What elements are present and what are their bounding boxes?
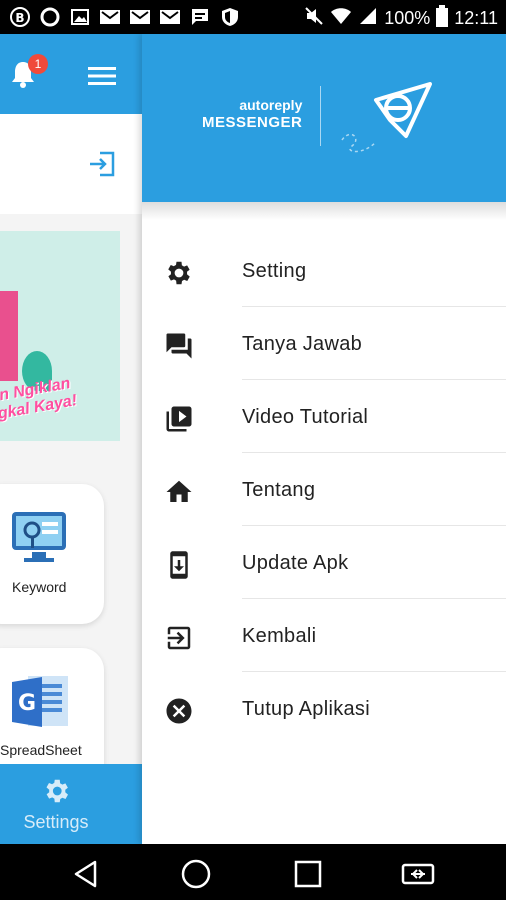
drawer-menu: Setting Tanya Jawab Video Tutorial Tenta… <box>142 234 506 745</box>
spreadsheet-label: SpreadSheet <box>0 742 82 758</box>
notification-badge: 1 <box>28 54 48 74</box>
google-sheets-icon: G <box>10 674 70 735</box>
keyword-label: Keyword <box>12 579 67 595</box>
b-app-icon: B <box>8 6 32 28</box>
menu-label: Setting <box>242 260 307 282</box>
gmail-icon <box>158 6 182 28</box>
promo-banner[interactable]: in Ngiklan gkal Kaya! <box>0 231 120 441</box>
signal-icon <box>358 6 378 31</box>
exit-icon <box>164 623 194 653</box>
home-button-icon[interactable] <box>178 856 214 892</box>
brand-logo-text: autoreply MESSENGER <box>202 97 303 131</box>
opera-icon <box>38 6 62 28</box>
settings-gear-icon <box>41 776 71 811</box>
menu-label: Tutup Aplikasi <box>242 698 370 720</box>
screen-rotate-icon[interactable] <box>400 856 436 892</box>
battery-icon <box>436 5 449 32</box>
gmail-icon <box>128 6 152 28</box>
message-icon <box>188 6 212 28</box>
svg-text:B: B <box>15 11 24 25</box>
system-navigation-bar <box>0 844 506 900</box>
menu-label: Tentang <box>242 479 316 501</box>
home-icon <box>164 477 194 507</box>
brand-divider <box>320 86 321 146</box>
paper-plane-logo-icon <box>332 80 432 165</box>
menu-item-tanya-jawab[interactable]: Tanya Jawab <box>142 307 506 380</box>
menu-icon[interactable] <box>88 66 116 91</box>
menu-label: Kembali <box>242 625 317 647</box>
menu-label: Video Tutorial <box>242 406 369 428</box>
keyword-monitor-icon <box>10 508 68 569</box>
navigation-drawer: autoreply MESSENGER Setting Tanya Jawab <box>142 34 506 844</box>
video-library-icon <box>164 404 194 434</box>
main-app-background: 1 in Ngiklan gkal Kaya! Keyword G Spread… <box>0 34 142 844</box>
shield-icon <box>218 6 242 28</box>
drawer-header: autoreply MESSENGER <box>142 34 506 202</box>
banner-graphic <box>0 291 18 381</box>
menu-item-setting[interactable]: Setting <box>142 234 506 307</box>
mute-icon <box>304 6 324 31</box>
gear-icon <box>164 258 194 288</box>
app-top-panel <box>0 114 142 214</box>
login-icon[interactable] <box>88 150 116 183</box>
menu-item-tentang[interactable]: Tentang <box>142 453 506 526</box>
gmail-icon <box>98 6 122 28</box>
back-icon[interactable] <box>68 856 104 892</box>
drawer-header-shadow <box>142 202 506 220</box>
keyword-card[interactable] <box>0 484 104 624</box>
settings-tab-label: Settings <box>23 812 89 832</box>
close-circle-icon <box>164 696 194 726</box>
menu-item-kembali[interactable]: Kembali <box>142 599 506 672</box>
image-icon <box>68 6 92 28</box>
banner-slogan: in Ngiklan gkal Kaya! <box>0 374 79 423</box>
app-header: 1 <box>0 34 142 114</box>
menu-item-update-apk[interactable]: Update Apk <box>142 526 506 599</box>
status-bar: B 100% 12:11 <box>0 0 506 34</box>
menu-label: Tanya Jawab <box>242 333 363 355</box>
menu-label: Update Apk <box>242 552 349 574</box>
menu-item-tutup-aplikasi[interactable]: Tutup Aplikasi <box>142 672 506 745</box>
battery-text: 100% <box>384 8 431 28</box>
menu-item-video-tutorial[interactable]: Video Tutorial <box>142 380 506 453</box>
wifi-icon <box>330 6 352 31</box>
recents-icon[interactable] <box>290 856 326 892</box>
clock: 12:11 <box>454 8 498 28</box>
chat-icon <box>164 331 194 361</box>
phone-download-icon <box>164 550 194 580</box>
settings-tab[interactable]: Settings <box>0 764 142 844</box>
svg-text:G: G <box>18 691 36 716</box>
